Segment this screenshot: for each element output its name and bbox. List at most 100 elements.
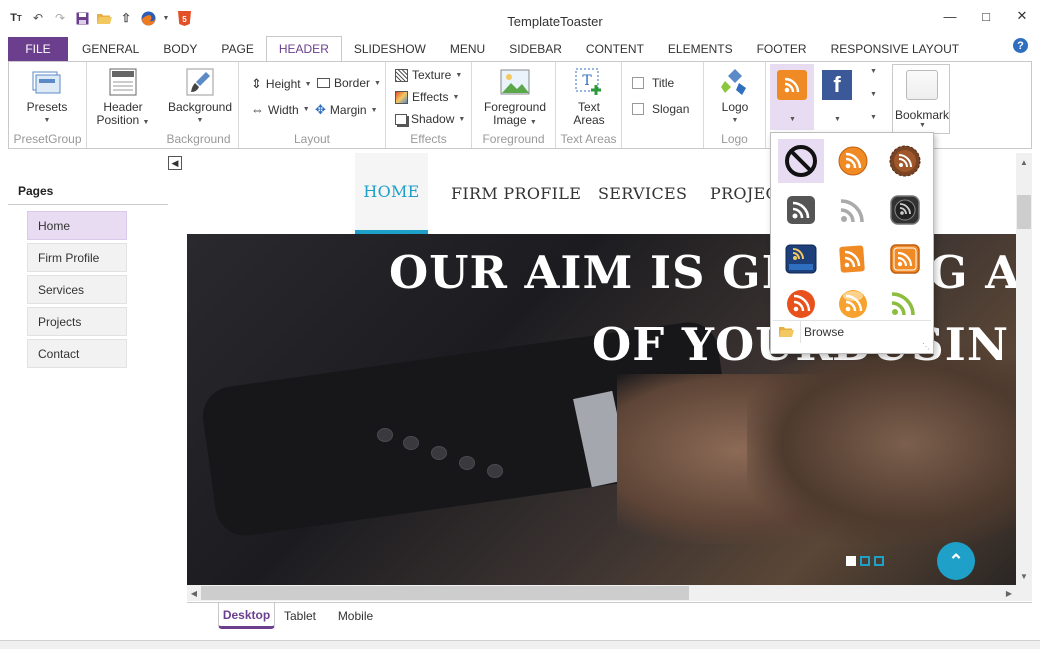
slide-dot-2[interactable]: [860, 556, 870, 566]
tab-sidebar[interactable]: SIDEBAR: [497, 36, 574, 61]
tab-content[interactable]: CONTENT: [574, 36, 656, 61]
tab-elements[interactable]: ELEMENTS: [656, 36, 745, 61]
tab-page[interactable]: PAGE: [209, 36, 265, 61]
page-item-home[interactable]: Home: [27, 211, 127, 240]
resize-grip-icon[interactable]: ⋱: [922, 342, 930, 351]
tab-mobile[interactable]: Mobile: [328, 603, 383, 629]
collapse-panel-icon[interactable]: ◀: [168, 156, 182, 170]
rss-style-brown-seal[interactable]: [882, 139, 928, 183]
rss-style-none[interactable]: [778, 139, 824, 183]
texture-button[interactable]: Texture ▼: [395, 68, 462, 82]
scroll-to-top-icon[interactable]: ⌃: [937, 542, 975, 580]
background-group-label: Background: [166, 132, 231, 146]
preview-dropdown-icon[interactable]: ▼: [162, 10, 170, 26]
save-icon[interactable]: [74, 10, 90, 26]
bookmark-button[interactable]: Bookmark ▼: [892, 64, 950, 134]
redo-icon[interactable]: ↷: [52, 10, 68, 26]
title-checkbox[interactable]: Title: [632, 76, 674, 90]
effects-label: Effects: [412, 90, 449, 104]
margin-icon: ✥: [315, 102, 326, 117]
preview-nav-services[interactable]: SERVICES: [598, 153, 687, 234]
html5-export-icon[interactable]: 5: [176, 10, 192, 26]
facebook-button[interactable]: f ▼: [818, 64, 862, 130]
close-icon[interactable]: ✕: [1014, 8, 1030, 24]
scroll-down-icon[interactable]: ▼: [1016, 569, 1032, 583]
tab-desktop[interactable]: Desktop: [218, 603, 275, 629]
shadow-label: Shadow: [411, 112, 455, 126]
ribbon-tabs: FILE GENERAL BODY PAGE HEADER SLIDESHOW …: [0, 35, 1040, 62]
rss-style-orange-round[interactable]: [830, 139, 876, 183]
page-item-services[interactable]: Services: [27, 275, 127, 304]
app-logo-icon: TT: [10, 12, 22, 24]
page-item-contact[interactable]: Contact: [27, 339, 127, 368]
rss-dark-square-icon: [787, 196, 815, 224]
vertical-scrollbar[interactable]: ▲ ▼: [1016, 153, 1032, 585]
border-button[interactable]: Border ▼: [317, 76, 381, 90]
rss-style-black-rounded[interactable]: [882, 188, 928, 232]
rss-style-orange-outline[interactable]: [882, 237, 928, 281]
margin-arrow-icon: ▼: [370, 106, 378, 114]
rss-button[interactable]: ▼: [770, 64, 814, 130]
rss-blue-badge-icon: [785, 244, 817, 274]
help-icon[interactable]: ?: [1013, 38, 1028, 53]
tab-responsive-layout[interactable]: RESPONSIVE LAYOUT: [819, 36, 971, 61]
rss-green-plain-icon: [891, 292, 915, 316]
header-position-button[interactable]: Header Position ▼: [93, 66, 153, 129]
tab-menu[interactable]: MENU: [438, 36, 497, 61]
preview-nav-home[interactable]: HOME: [355, 153, 428, 234]
foreground-image-button[interactable]: Foreground Image ▼: [480, 66, 550, 129]
scroll-up-arrow-icon[interactable]: ▼: [870, 68, 877, 75]
rss-style-red-orange-ball[interactable]: [778, 283, 824, 319]
tab-tablet[interactable]: Tablet: [276, 603, 324, 629]
margin-button[interactable]: ✥ Margin ▼: [315, 102, 378, 118]
rss-style-orange-tile[interactable]: [830, 237, 876, 281]
logo-button[interactable]: Logo ▼: [710, 66, 760, 127]
tab-file[interactable]: FILE: [8, 37, 68, 61]
shadow-button[interactable]: Shadow ▼: [395, 112, 465, 126]
page-item-firm-profile[interactable]: Firm Profile: [27, 243, 127, 272]
expand-arrow-icon[interactable]: ▼: [870, 114, 877, 121]
title-checkbox-box[interactable]: [632, 77, 644, 89]
header-position-label-2: Position: [96, 113, 140, 127]
preview-nav-firm-profile[interactable]: FIRM PROFILE: [451, 153, 581, 234]
tab-general[interactable]: GENERAL: [70, 36, 151, 61]
group-title-slogan: Title Slogan: [622, 62, 704, 148]
slogan-checkbox[interactable]: Slogan: [632, 102, 689, 116]
horizontal-scroll-thumb[interactable]: [201, 586, 689, 600]
width-button[interactable]: ⇔ Width ▼: [251, 102, 310, 117]
height-button[interactable]: ⇕ Height ▼: [251, 76, 312, 92]
text-areas-button[interactable]: T Text Areas: [560, 66, 618, 127]
maximize-icon[interactable]: □: [978, 8, 994, 24]
tab-header[interactable]: HEADER: [265, 36, 342, 62]
scroll-left-icon[interactable]: ◀: [187, 585, 201, 601]
scroll-right-icon[interactable]: ▶: [1002, 585, 1016, 601]
scroll-up-icon[interactable]: ▲: [1016, 155, 1032, 169]
rss-style-orange-glossy[interactable]: [830, 283, 876, 319]
vertical-scroll-thumb[interactable]: [1017, 195, 1031, 229]
publish-up-icon[interactable]: ⇧: [118, 10, 134, 26]
slide-dot-3[interactable]: [874, 556, 884, 566]
tab-footer[interactable]: FOOTER: [745, 36, 819, 61]
scroll-down-arrow-icon[interactable]: ▼: [870, 91, 877, 98]
rss-style-grey-plain[interactable]: [830, 188, 876, 232]
browse-button[interactable]: Browse: [773, 320, 931, 343]
rss-style-blue-badge[interactable]: [778, 237, 824, 281]
rss-style-dark-square[interactable]: [778, 188, 824, 232]
page-item-projects[interactable]: Projects: [27, 307, 127, 336]
horizontal-scrollbar[interactable]: ◀ ▶: [187, 585, 1016, 601]
rss-style-green-plain[interactable]: [882, 283, 928, 319]
undo-icon[interactable]: ↶: [30, 10, 46, 26]
none-icon: [785, 145, 817, 177]
open-folder-icon[interactable]: [96, 10, 112, 26]
tab-body[interactable]: BODY: [151, 36, 209, 61]
background-button[interactable]: Background ▼: [165, 66, 235, 127]
slide-dot-1[interactable]: [846, 556, 856, 566]
firefox-preview-icon[interactable]: [140, 10, 156, 26]
slogan-checkbox-box[interactable]: [632, 103, 644, 115]
preview-nav-projects[interactable]: PROJEC: [710, 153, 778, 234]
margin-label: Margin: [329, 103, 367, 117]
presets-button[interactable]: Presets ▼: [17, 66, 77, 127]
tab-slideshow[interactable]: SLIDESHOW: [342, 36, 438, 61]
effects-button[interactable]: Effects ▼: [395, 90, 459, 104]
minimize-icon[interactable]: —: [942, 8, 958, 24]
